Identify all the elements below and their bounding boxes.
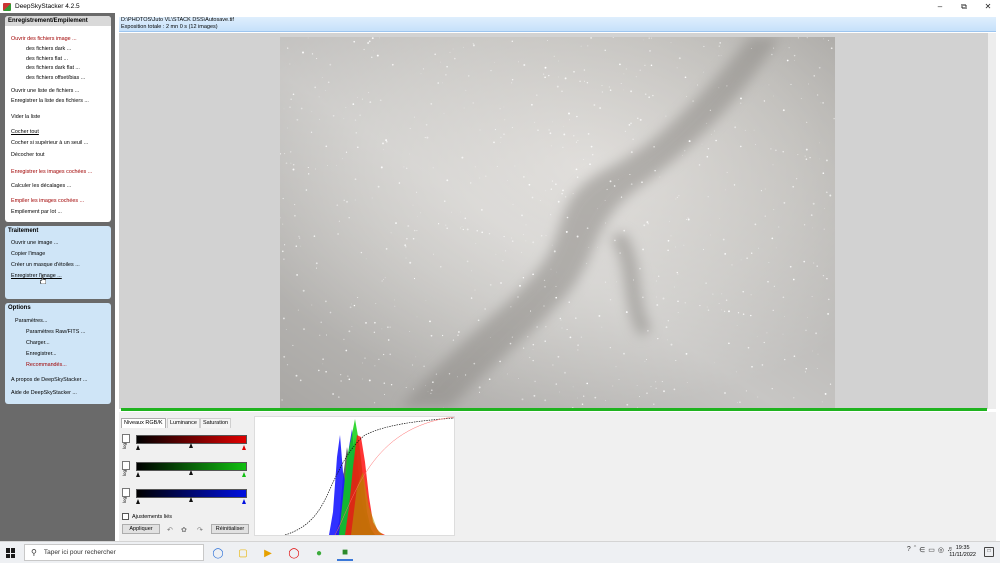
blue-channel-row: log [122, 486, 247, 510]
redo-icon[interactable]: ↷ [197, 526, 203, 534]
check-all-link[interactable]: Cocher tout [11, 129, 39, 135]
search-placeholder: Taper ici pour rechercher [43, 549, 116, 556]
close-button[interactable]: ✕ [976, 0, 1000, 13]
log-label-green: log [122, 470, 127, 477]
log-label-red: log [122, 443, 127, 450]
network-icon[interactable]: ◎ [938, 546, 944, 554]
registering-stacking-group: Enregistrement/Empilement Ouvrir des fic… [5, 16, 111, 222]
clock-time: 19:35 [955, 545, 970, 551]
title-bar: DeepSkyStacker 4.2.5 – ⧉ ✕ [0, 0, 1000, 13]
green-midtone-slider[interactable] [189, 470, 193, 475]
batch-stacking-link[interactable]: Empilement par lot ... [11, 209, 62, 215]
green-white-point-slider[interactable] [242, 472, 246, 477]
blue-white-point-slider[interactable] [242, 499, 246, 504]
check-above-threshold-link[interactable]: Cocher si supérieur à un seuil ... [11, 140, 88, 146]
clock[interactable]: 19:35 11/11/2022 [949, 545, 976, 559]
recommended-settings-link[interactable]: Recommandés... [26, 362, 67, 368]
help-tray-icon[interactable]: ? [907, 546, 911, 554]
green-channel-row: log [122, 459, 247, 483]
image-viewer[interactable] [119, 33, 996, 409]
offset-bias-files-link[interactable]: des fichiers offset/bias ... [26, 75, 85, 81]
blue-midtone-slider[interactable] [189, 497, 193, 502]
media-player-icon[interactable]: ▶ [260, 545, 276, 561]
histogram [254, 416, 455, 536]
opera-icon[interactable]: ◯ [286, 545, 302, 561]
levels-panel: Niveaux RGB/K Luminance Saturation log l… [119, 412, 996, 541]
app-icon [3, 2, 11, 11]
red-midtone-slider[interactable] [189, 443, 193, 448]
copy-image-link[interactable]: Copier l'image [11, 251, 45, 257]
clear-list-link[interactable]: Vider la liste [11, 114, 40, 120]
linked-adjustments-label: Ajustements liés [132, 513, 173, 520]
reset-button[interactable]: Réinitialiser [211, 524, 249, 534]
save-settings-link[interactable]: Enregistrer... [26, 351, 57, 357]
tab-luminance[interactable]: Luminance [167, 418, 200, 428]
processing-group: Traitement Ouvrir une image ... Copier l… [5, 226, 111, 299]
blue-black-point-slider[interactable] [136, 499, 140, 504]
windows-start-icon[interactable] [6, 548, 16, 558]
log-checkbox-green[interactable] [122, 461, 130, 470]
about-link[interactable]: A propos de DeepSkyStacker ... [11, 377, 87, 383]
red-black-point-slider[interactable] [136, 445, 140, 450]
battery-icon[interactable]: ▭ [928, 546, 935, 554]
save-file-list-link[interactable]: Enregistrer la liste des fichiers ... [11, 98, 89, 104]
options-group: Options Paramètres... Paramètres Raw/FIT… [5, 303, 111, 404]
chevron-up-icon[interactable]: ˆ [914, 546, 916, 554]
open-image-link[interactable]: Ouvrir une image ... [11, 240, 58, 246]
registering-header: Enregistrement/Empilement [5, 16, 111, 26]
log-label-blue: log [122, 497, 127, 504]
compute-offsets-link[interactable]: Calculer les décalages ... [11, 183, 71, 189]
open-file-list-link[interactable]: Ouvrir une liste de fichiers ... [11, 88, 79, 94]
load-settings-link[interactable]: Charger... [26, 340, 50, 346]
tab-rgb-levels[interactable]: Niveaux RGB/K [121, 418, 166, 428]
left-panel: Enregistrement/Empilement Ouvrir des fic… [0, 13, 115, 541]
dark-flat-files-link[interactable]: des fichiers dark flat ... [26, 65, 80, 71]
apply-button[interactable]: Appliquer [122, 524, 160, 534]
options-header: Options [8, 305, 31, 311]
search-icon: ⚲ [31, 548, 37, 557]
window-title: DeepSkyStacker 4.2.5 [15, 3, 80, 10]
taskbar-search[interactable]: ⚲ Taper ici pour rechercher [24, 544, 204, 561]
red-white-point-slider[interactable] [242, 445, 246, 450]
utorrent-icon[interactable]: ● [311, 545, 327, 561]
cortana-icon[interactable]: ◯ [210, 545, 226, 561]
total-exposure: Exposition totale : 2 mn 0 s (12 images) [121, 23, 218, 30]
processing-header: Traitement [8, 228, 39, 234]
deepskystacker-window: DeepSkyStacker 4.2.5 – ⧉ ✕ Enregistremen… [0, 0, 1000, 563]
system-tray: ? ˆ ∈ ▭ ◎ ♬ [907, 546, 954, 554]
notification-icon[interactable]: □ [984, 547, 994, 557]
mouse-cursor-icon [39, 274, 47, 285]
log-checkbox-red[interactable] [122, 434, 130, 443]
deepskystacker-icon[interactable]: ■ [337, 545, 353, 561]
undo-icon[interactable]: ↶ [167, 526, 173, 534]
red-channel-row: log [122, 432, 247, 456]
progress-bar [121, 408, 987, 411]
settings-wheel-icon[interactable]: ✿ [181, 526, 187, 534]
minimize-button[interactable]: – [928, 0, 952, 13]
open-image-files-link[interactable]: Ouvrir des fichiers image ... [11, 36, 77, 42]
green-black-point-slider[interactable] [136, 472, 140, 477]
register-checked-link[interactable]: Enregistrer les images cochées ... [11, 169, 92, 175]
stack-checked-link[interactable]: Empiler les images cochées ... [11, 198, 84, 204]
usb-icon[interactable]: ∈ [919, 546, 925, 554]
tab-saturation[interactable]: Saturation [200, 418, 232, 428]
taskbar: ⚲ Taper ici pour rechercher ◯ ▢ ▶ ◯ ● ■ … [0, 541, 1000, 563]
help-link[interactable]: Aide de DeepSkyStacker ... [11, 390, 77, 396]
vertical-scrollbar[interactable] [988, 33, 996, 409]
log-checkbox-blue[interactable] [122, 488, 130, 497]
raw-fits-settings-link[interactable]: Paramètres Raw/FITS ... [26, 329, 85, 335]
dark-files-link[interactable]: des fichiers dark ... [26, 46, 71, 52]
create-star-mask-link[interactable]: Créer un masque d'étoiles ... [11, 262, 80, 268]
settings-link[interactable]: Paramètres... [15, 318, 47, 324]
linked-adjustments-row: Ajustements liés [122, 513, 172, 520]
clock-date: 11/11/2022 [949, 552, 976, 558]
file-explorer-icon[interactable]: ▢ [235, 545, 251, 561]
stacked-image[interactable] [280, 37, 835, 408]
flat-files-link[interactable]: des fichiers flat ... [26, 56, 68, 62]
file-info-bar: D:\PHOTOS\Juto VL\STACK DSS\Autosave.tif… [119, 17, 996, 32]
restore-button[interactable]: ⧉ [952, 0, 976, 13]
linked-adjustments-checkbox[interactable] [122, 513, 129, 520]
save-image-link[interactable]: Enregistrer l'image ... [11, 273, 62, 279]
uncheck-all-link[interactable]: Décocher tout [11, 152, 45, 158]
